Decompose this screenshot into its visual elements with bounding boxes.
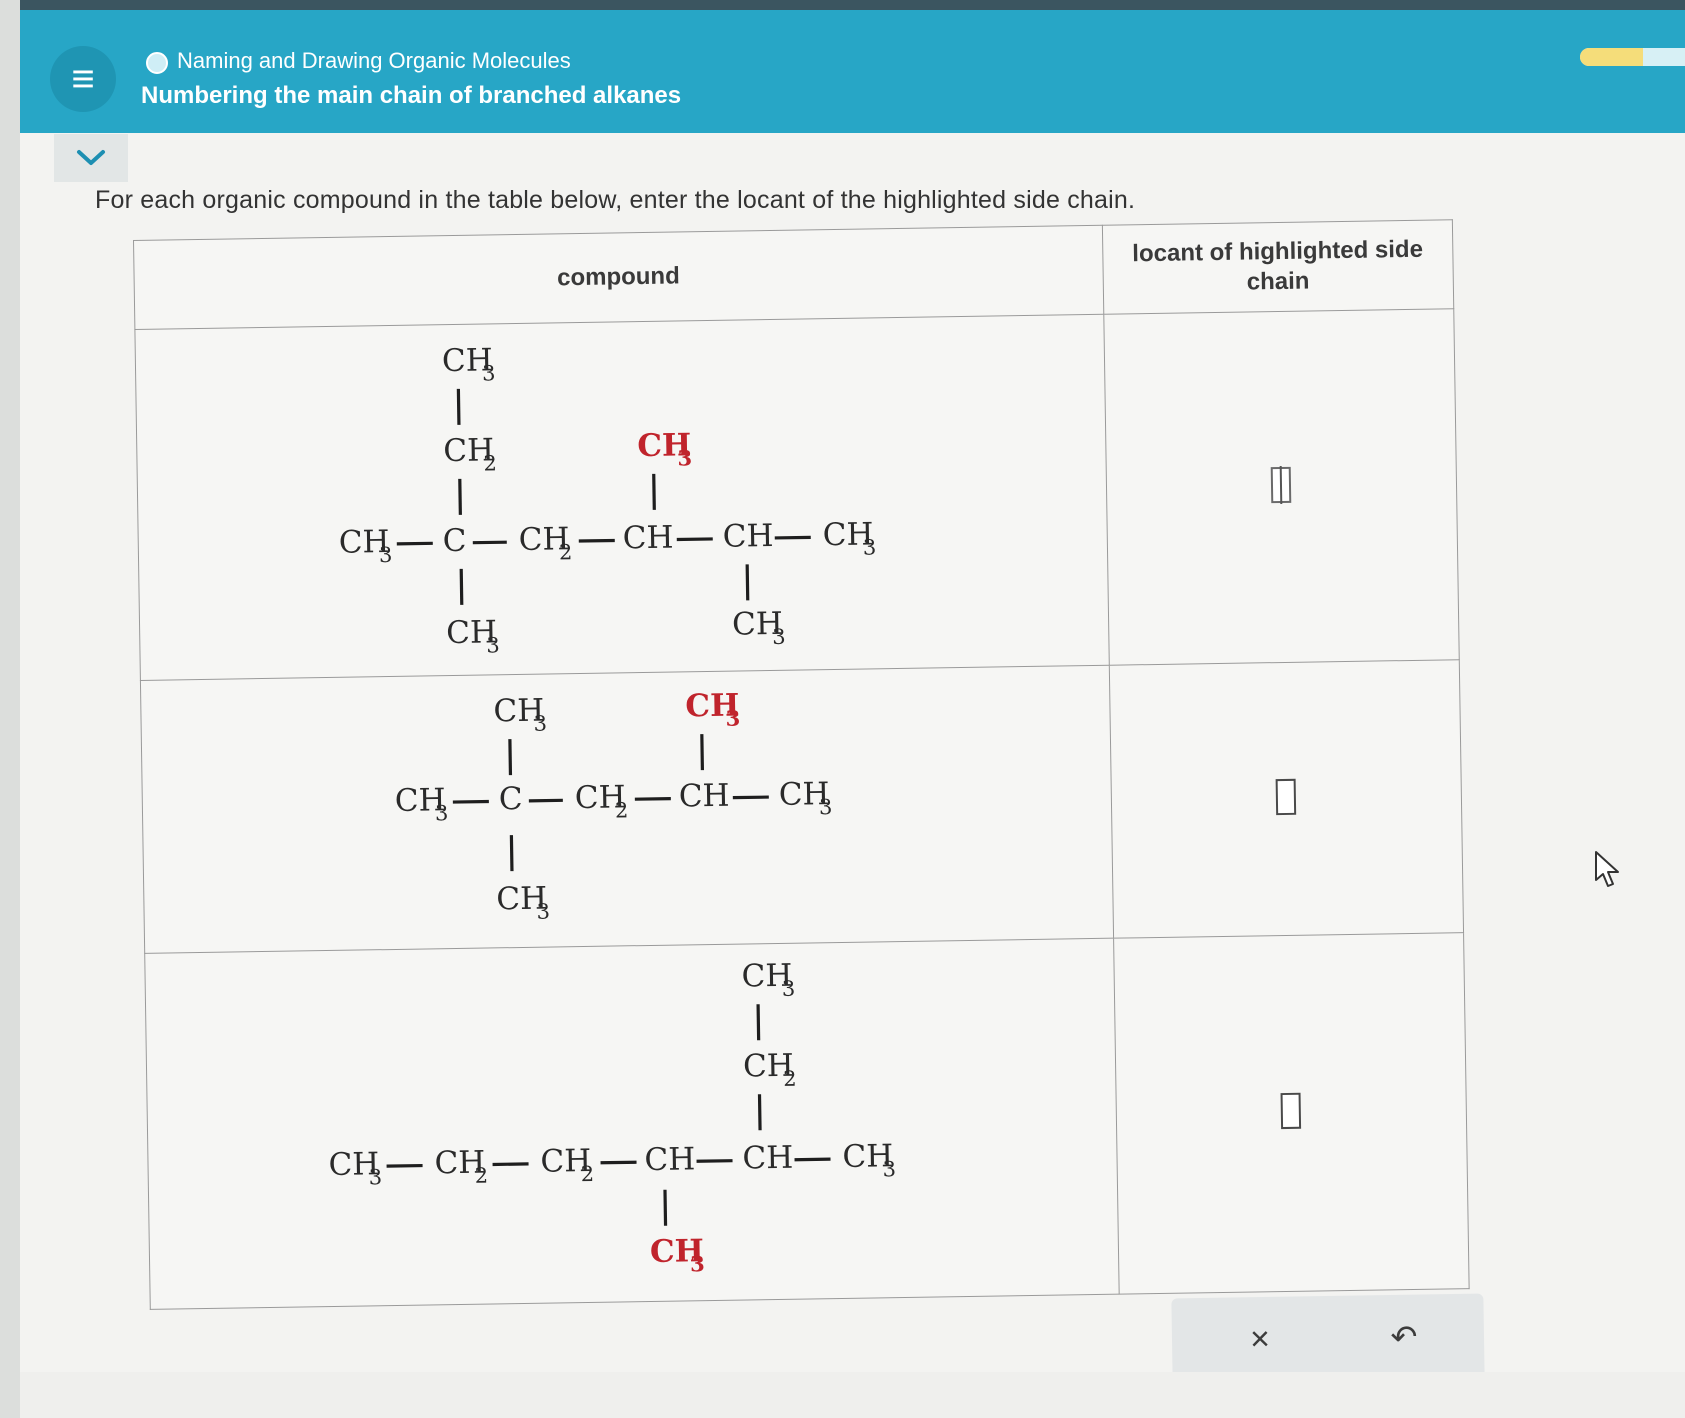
subscript: 2	[483, 451, 497, 475]
compound-cell-1: CH 3 CH 2 CH 3 CH 3 C CH 2 CH CH CH 3 CH…	[134, 314, 1110, 681]
bottom-strip	[20, 1372, 1685, 1418]
compound-1-structure: CH 3 CH 2 CH 3 CH 3 C CH 2 CH CH CH 3 CH…	[135, 315, 1110, 680]
text-cursor	[1279, 465, 1283, 504]
undo-button[interactable]: ↶	[1380, 1312, 1429, 1361]
mouse-pointer-icon	[1594, 850, 1624, 895]
bond	[757, 1094, 762, 1131]
subscript: 3	[379, 543, 393, 567]
compound-cell-3: CH 3 CH 2 CH 3 CH 2 CH 2 CH CH CH 3 CH 3	[144, 938, 1120, 1310]
locant-input-2[interactable]	[1275, 778, 1297, 815]
bond	[452, 799, 489, 804]
subscript: 2	[581, 1162, 595, 1186]
collapse-toggle[interactable]	[54, 134, 128, 182]
lesson-title: Numbering the main chain of branched alk…	[141, 82, 682, 109]
subscript: 3	[772, 625, 786, 649]
ch-label: CH	[722, 518, 773, 555]
bond	[492, 1162, 529, 1167]
bond	[696, 1159, 733, 1163]
locant-input-3[interactable]	[1280, 1092, 1302, 1130]
instructions-text: For each organic compound in the table b…	[95, 186, 1136, 214]
locant-cell-1	[1103, 308, 1460, 666]
locant-cell-3	[1113, 932, 1470, 1295]
bond	[396, 541, 433, 546]
topic-status-icon	[146, 52, 168, 74]
subscript: 3	[725, 706, 740, 731]
bond	[472, 540, 507, 545]
bond	[732, 795, 769, 800]
c-label: C	[442, 523, 466, 559]
compound-2-structure: CH 3 CH 3 CH 3 C CH 2 CH CH 3 CH 3	[141, 666, 1115, 953]
bond	[458, 478, 462, 515]
bond	[456, 388, 461, 425]
ch-label: CH	[679, 778, 730, 815]
subscript: 3	[435, 801, 449, 825]
subscript: 3	[486, 633, 500, 657]
ch-label: CH	[644, 1141, 695, 1178]
compound-table-wrapper: compound locant of highlighted side chai…	[133, 219, 1470, 1328]
subscript: 2	[559, 540, 573, 564]
subscript: 2	[615, 798, 629, 822]
bond	[756, 1004, 761, 1041]
table-row: CH 3 CH 3 CH 3 C CH 2 CH CH 3 CH 3	[140, 659, 1464, 954]
ch-label: CH	[622, 520, 673, 557]
bond	[634, 797, 671, 801]
subscript: 3	[533, 712, 547, 736]
table-row: CH 3 CH 2 CH 3 CH 2 CH 2 CH CH CH 3 CH 3	[144, 932, 1470, 1310]
bond	[652, 473, 656, 510]
clear-button[interactable]: ×	[1236, 1315, 1285, 1364]
bond	[508, 739, 513, 776]
bond	[528, 798, 563, 803]
compound-table: compound locant of highlighted side chai…	[133, 219, 1470, 1310]
locant-cell-2	[1108, 659, 1464, 939]
bond	[676, 537, 713, 542]
subscript: 3	[536, 900, 550, 924]
page: ≡ Naming and Drawing Organic Molecules N…	[0, 0, 1685, 1418]
chevron-down-icon	[77, 150, 105, 165]
subscript: 3	[369, 1165, 383, 1189]
subscript: 2	[783, 1067, 797, 1091]
c-label: C	[499, 781, 523, 817]
subscript: 3	[883, 1157, 897, 1181]
header-locant: locant of highlighted side chain	[1101, 219, 1454, 315]
compound-cell-2: CH 3 CH 3 CH 3 C CH 2 CH CH 3 CH 3	[140, 665, 1115, 954]
subscript: 3	[863, 535, 877, 559]
subscript: 3	[690, 1251, 705, 1276]
header-bar: ≡ Naming and Drawing Organic Molecules N…	[20, 0, 1685, 133]
bond	[509, 835, 514, 872]
action-bar: × ↶	[1171, 1293, 1485, 1383]
bond	[774, 535, 811, 540]
locant-input-1[interactable]	[1270, 465, 1292, 504]
menu-button[interactable]: ≡	[50, 46, 116, 112]
left-edge	[0, 0, 20, 1418]
undo-icon: ↶	[1390, 1318, 1418, 1356]
header-compound: compound	[133, 225, 1104, 330]
bond	[700, 734, 704, 771]
bond	[459, 568, 464, 605]
subscript: 3	[482, 361, 496, 385]
menu-icon: ≡	[71, 57, 95, 101]
progress-fill	[1580, 48, 1643, 66]
table-row: CH 3 CH 2 CH 3 CH 3 C CH 2 CH CH CH 3 CH…	[134, 308, 1460, 681]
header-topline	[20, 0, 1685, 10]
compound-3-structure: CH 3 CH 2 CH 3 CH 2 CH 2 CH CH CH 3 CH 3	[145, 939, 1120, 1309]
bond	[663, 1189, 668, 1226]
progress-bar	[1580, 48, 1685, 66]
close-icon: ×	[1249, 1319, 1271, 1358]
ch-label: CH	[742, 1140, 793, 1177]
subscript: 3	[677, 445, 692, 470]
subscript: 3	[819, 795, 833, 819]
bond	[578, 538, 615, 543]
subscript: 2	[475, 1164, 489, 1188]
subscript: 3	[782, 977, 796, 1001]
bond	[600, 1160, 637, 1165]
bond	[745, 564, 750, 601]
bond	[386, 1163, 423, 1168]
bond	[794, 1157, 831, 1162]
topic-title: Naming and Drawing Organic Molecules	[177, 48, 571, 73]
